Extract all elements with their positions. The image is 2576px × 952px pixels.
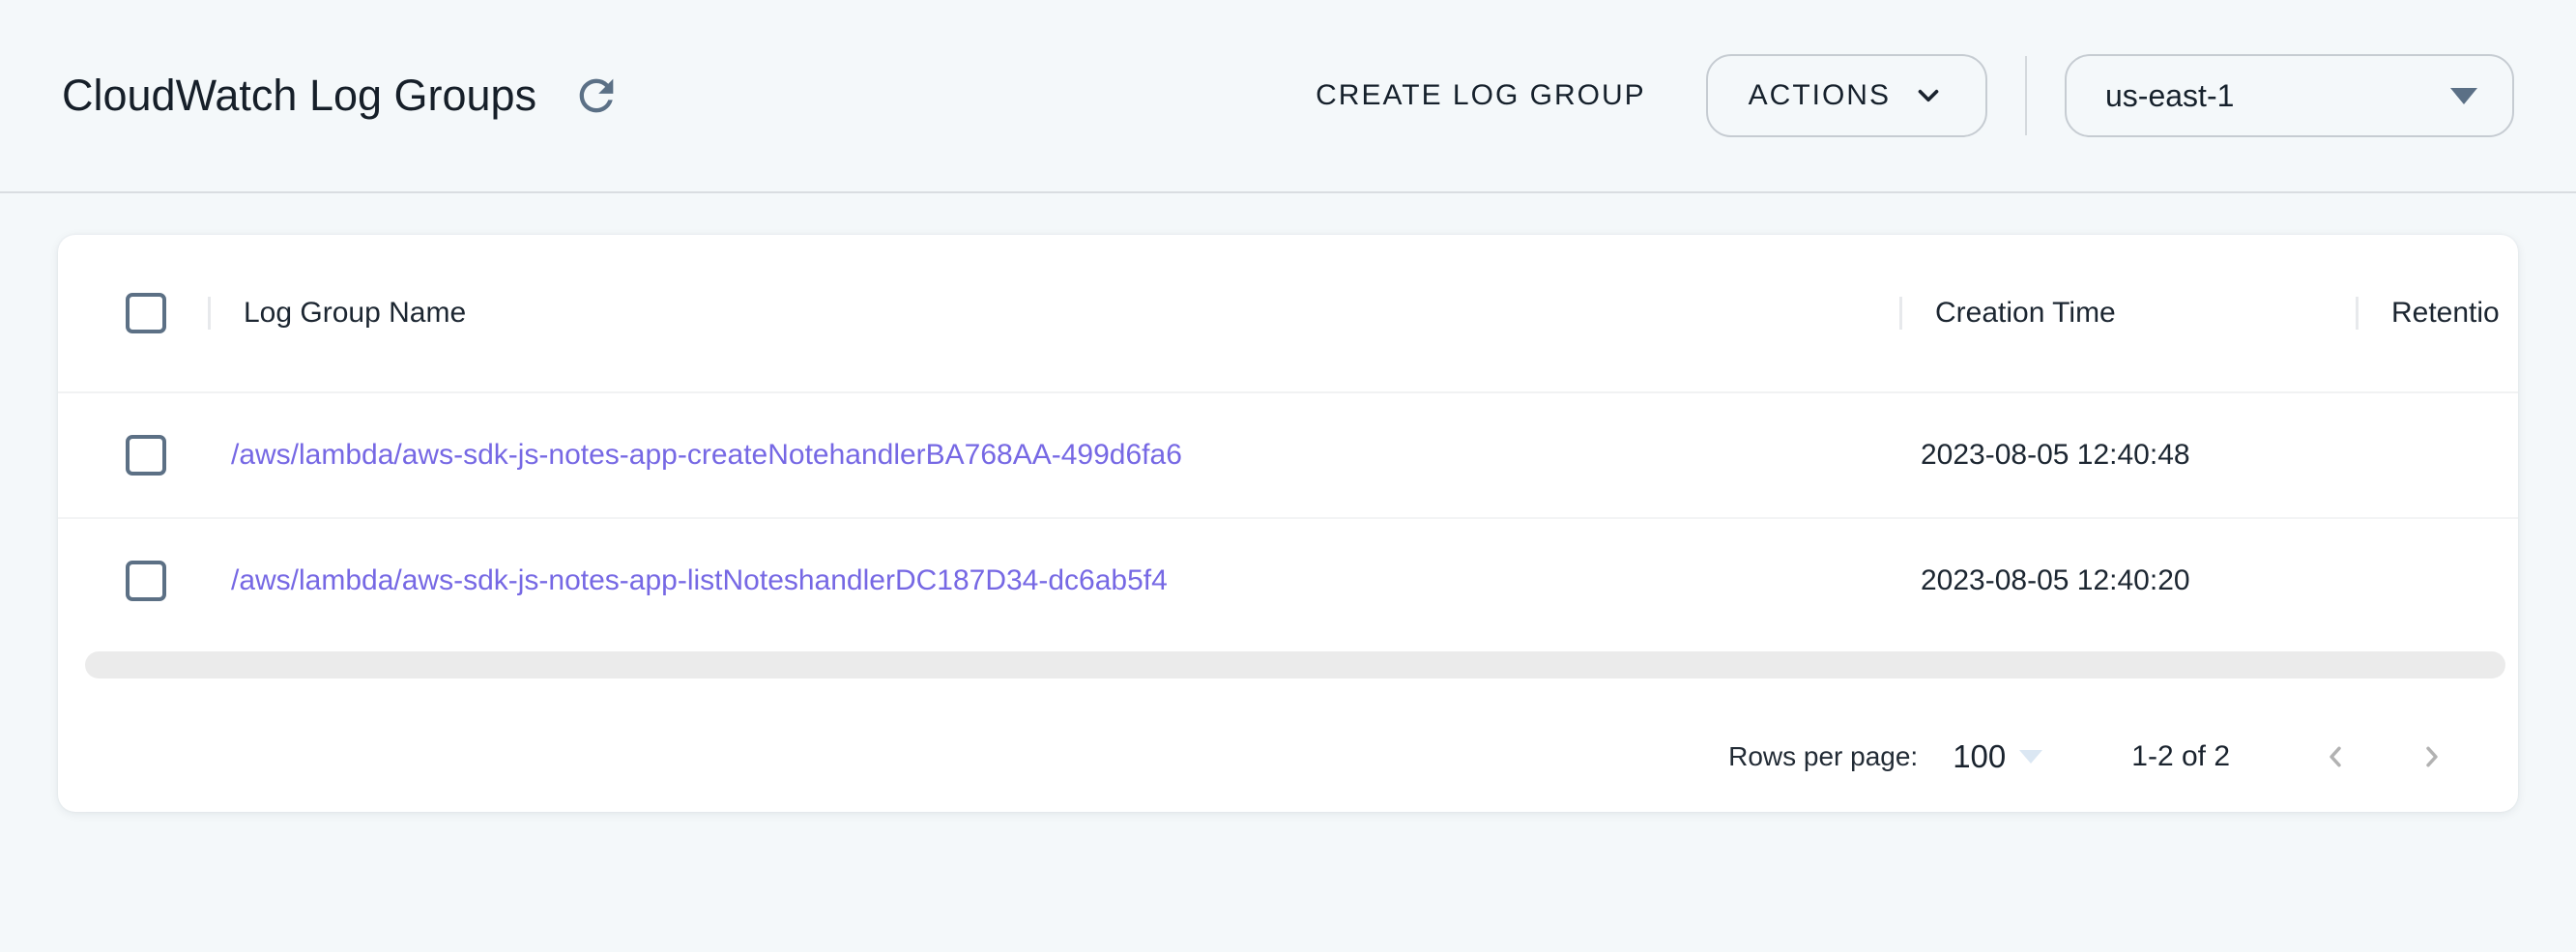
previous-page-button[interactable] [2317, 738, 2354, 775]
log-group-link[interactable]: /aws/lambda/aws-sdk-js-notes-app-listNot… [231, 564, 1168, 597]
row-checkbox[interactable] [126, 561, 166, 601]
toolbar-divider [2025, 56, 2027, 135]
select-all-checkbox[interactable] [126, 293, 166, 333]
row-log-group-name-cell: /aws/lambda/aws-sdk-js-notes-app-createN… [208, 439, 1899, 472]
header-creation-time-cell: Creation Time [1899, 297, 2356, 330]
column-separator [208, 297, 211, 330]
next-page-button[interactable] [2414, 738, 2450, 775]
creation-time-value: 2023-08-05 12:40:20 [1921, 564, 2190, 597]
rows-per-page-label: Rows per page: [1728, 741, 1918, 772]
rows-per-page-select[interactable]: 100 [1953, 738, 2042, 775]
chevron-left-icon [2317, 738, 2354, 775]
top-bar: CloudWatch Log Groups CREATE LOG GROUP A… [0, 0, 2576, 193]
table-header-row: Log Group Name Creation Time Retentio [58, 235, 2518, 393]
header-log-group-name-cell: Log Group Name [208, 297, 1899, 330]
actions-button-label: ACTIONS [1749, 79, 1891, 112]
row-creation-time-cell: 2023-08-05 12:40:48 [1899, 439, 2356, 472]
caret-down-icon [2019, 750, 2042, 764]
chevron-right-icon [2414, 738, 2450, 775]
header-retention-cell: Retentio [2356, 297, 2518, 330]
caret-down-icon [2450, 88, 2477, 104]
row-checkbox-cell [58, 561, 208, 601]
table-row: /aws/lambda/aws-sdk-js-notes-app-listNot… [58, 519, 2518, 643]
creation-time-value: 2023-08-05 12:40:48 [1921, 439, 2190, 472]
row-creation-time-cell: 2023-08-05 12:40:20 [1899, 564, 2356, 597]
column-header-retention[interactable]: Retentio [2391, 297, 2500, 330]
actions-menu-button[interactable]: ACTIONS [1706, 54, 1987, 137]
pagination-range-label: 1-2 of 2 [2131, 740, 2230, 773]
chevron-down-icon [1912, 79, 1945, 112]
region-select[interactable]: us-east-1 [2065, 54, 2514, 137]
create-log-group-button[interactable]: CREATE LOG GROUP [1298, 66, 1664, 126]
row-log-group-name-cell: /aws/lambda/aws-sdk-js-notes-app-listNot… [208, 564, 1899, 597]
region-select-value: us-east-1 [2105, 78, 2234, 114]
row-checkbox[interactable] [126, 435, 166, 476]
refresh-icon [571, 71, 622, 121]
column-separator [2356, 297, 2359, 330]
table-pagination: Rows per page: 100 1-2 of 2 [58, 687, 2518, 812]
log-groups-card: Log Group Name Creation Time Retentio /a… [58, 235, 2518, 812]
column-separator [1899, 297, 1902, 330]
row-checkbox-cell [58, 435, 208, 476]
header-checkbox-cell [58, 293, 208, 333]
table-row: /aws/lambda/aws-sdk-js-notes-app-createN… [58, 393, 2518, 519]
rows-per-page-value: 100 [1953, 738, 2006, 775]
column-header-log-group-name[interactable]: Log Group Name [244, 297, 466, 330]
horizontal-scrollbar-thumb[interactable] [85, 651, 2505, 678]
top-actions: CREATE LOG GROUP ACTIONS us-east-1 [1298, 54, 2514, 137]
refresh-button[interactable] [565, 65, 627, 127]
column-header-creation-time[interactable]: Creation Time [1935, 297, 2116, 330]
log-group-link[interactable]: /aws/lambda/aws-sdk-js-notes-app-createN… [231, 439, 1182, 472]
page-title: CloudWatch Log Groups [62, 71, 536, 121]
horizontal-scrollbar-track [58, 643, 2518, 687]
